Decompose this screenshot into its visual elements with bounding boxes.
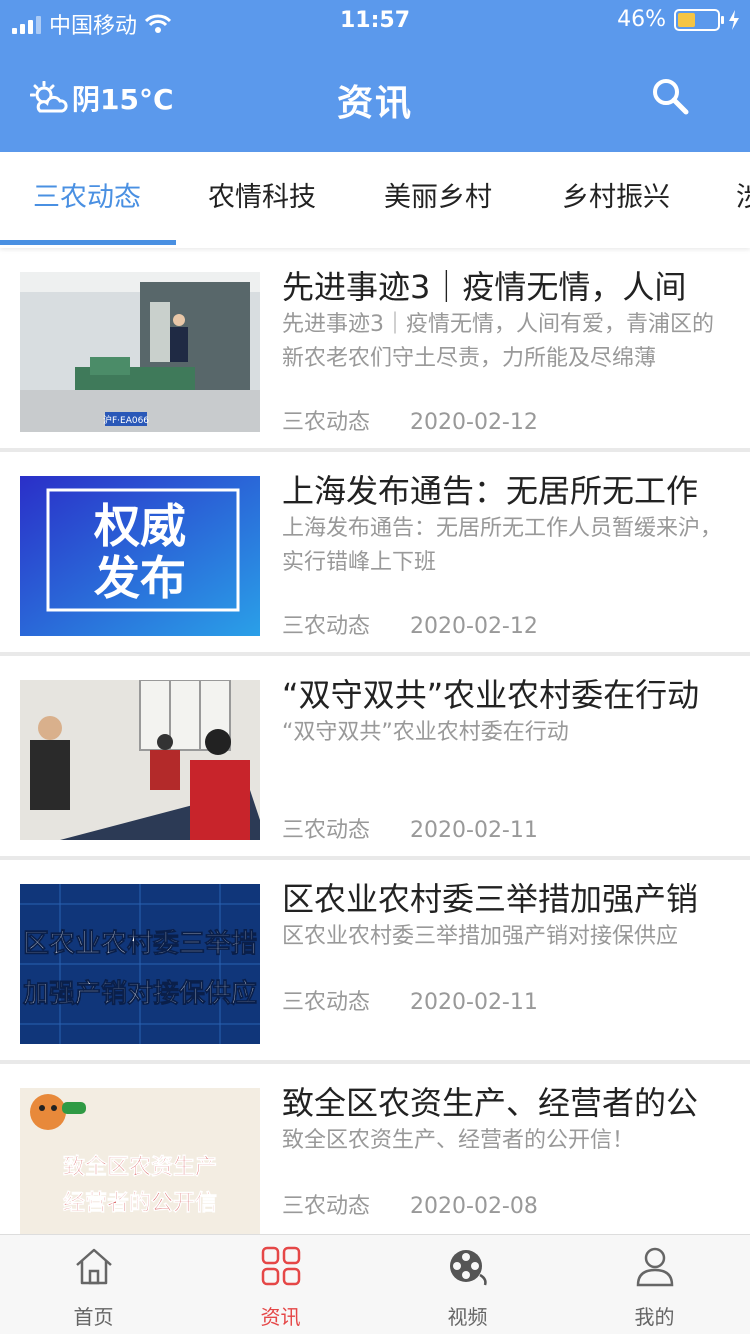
nav-profile[interactable]: 我的 (561, 1235, 748, 1335)
article-desc: 先进事迹3｜疫情无情，人间有爱，青浦区的新农老农们守土尽责，力所能及尽绵薄 (282, 312, 714, 371)
image-text-line2: 经营者的公开信 (63, 1190, 217, 1216)
article-title: 致全区农资生产、经营者的公 (282, 1084, 699, 1122)
article-meta: 三农动态 2020-02-11 (282, 984, 578, 1016)
article-list: 沪F·EA066 先进事迹3｜疫情无情，人间 先进事迹3｜疫情无情，人间有爱，青… (0, 252, 750, 1234)
nav-home[interactable]: 首页 (0, 1235, 187, 1335)
image-text-line2: 加强产销对接保供应 (23, 978, 257, 1009)
article-thumbnail: 权威 发布 (20, 476, 260, 636)
nav-label: 首页 (73, 1305, 114, 1329)
image-text-line1: 致全区农资生产 (63, 1154, 217, 1180)
article-desc: 上海发布通告：无居所无工作人员暂缓来沪，实行错峰上下班 (282, 516, 723, 575)
article-category: 三农动态 (282, 818, 371, 843)
nav-label: 资讯 (260, 1305, 301, 1329)
nav-label: 我的 (634, 1305, 675, 1329)
article-title: 上海发布通告：无居所无工作 (282, 472, 699, 510)
image-text-line1: 权威 (93, 499, 186, 553)
article-meta: 三农动态 2020-02-12 (282, 608, 578, 640)
article-date: 2020-02-12 (410, 410, 538, 435)
app-header: 阴15°C 资讯 (0, 40, 750, 152)
nav-label: 视频 (447, 1305, 488, 1329)
active-tab-indicator (0, 240, 176, 245)
article-category: 三农动态 (282, 614, 371, 639)
article-date: 2020-02-12 (410, 614, 538, 639)
list-item[interactable]: 区农业农村委三举措 加强产销对接保供应 区农业农村委三举措加强产销 区农业农村委… (0, 864, 750, 1064)
image-text-line1: 区农业农村委三举措 (23, 928, 257, 959)
plate-text: 沪F·EA066 (103, 414, 149, 426)
article-date: 2020-02-11 (410, 818, 538, 843)
article-thumbnail: 沪F·EA066 (20, 272, 260, 432)
article-title: 先进事迹3｜疫情无情，人间 (282, 268, 687, 306)
tab-partial[interactable]: 涉 (736, 152, 750, 248)
article-category: 三农动态 (282, 410, 371, 435)
page-title: 资讯 (336, 83, 413, 124)
category-tabs: 三农动态 农情科技 美丽乡村 乡村振兴 涉 (0, 152, 750, 248)
article-desc: 致全区农资生产、经营者的公开信！ (282, 1128, 635, 1153)
film-reel-icon (450, 1250, 487, 1286)
article-meta: 三农动态 2020-02-12 (282, 404, 578, 436)
battery-percent: 46% (617, 7, 666, 32)
article-title: 区农业农村委三举措加强产销 (282, 880, 699, 918)
article-category: 三农动态 (282, 990, 371, 1015)
status-right: 46% (617, 7, 740, 32)
grid-icon (261, 1246, 301, 1286)
user-icon (636, 1247, 674, 1287)
article-meta: 三农动态 2020-02-08 (282, 1188, 578, 1220)
home-icon (76, 1248, 112, 1285)
tab-xiangcun-zhenxing[interactable]: 乡村振兴 (562, 152, 670, 248)
nav-video[interactable]: 视频 (374, 1235, 561, 1335)
image-text-line2: 发布 (94, 551, 186, 605)
nav-news[interactable]: 资讯 (187, 1235, 374, 1335)
article-title: “双守双共”农业农村委在行动 (282, 676, 700, 714)
bottom-nav: 首页 资讯 视频 我的 (0, 1234, 750, 1334)
article-desc: 区农业农村委三举措加强产销对接保供应 (282, 924, 679, 949)
list-item[interactable]: “双守双共”农业农村委在行动 “双守双共”农业农村委在行动 三农动态 2020-0… (0, 660, 750, 860)
tab-nongqing-keji[interactable]: 农情科技 (208, 152, 316, 248)
article-thumbnail: 致全区农资生产 经营者的公开信 (20, 1088, 260, 1234)
article-thumbnail (20, 680, 260, 840)
article-desc: “双守双共”农业农村委在行动 (282, 720, 569, 745)
search-icon[interactable] (650, 76, 690, 116)
charging-icon (729, 9, 739, 30)
battery-icon (674, 8, 724, 31)
article-category: 三农动态 (282, 1194, 371, 1219)
article-meta: 三农动态 2020-02-11 (282, 812, 578, 844)
status-bar: 中国移动 11:57 46% (0, 0, 750, 40)
list-item[interactable]: 致全区农资生产 经营者的公开信 致全区农资生产、经营者的公 致全区农资生产、经营… (0, 1068, 750, 1234)
list-item[interactable]: 沪F·EA066 先进事迹3｜疫情无情，人间 先进事迹3｜疫情无情，人间有爱，青… (0, 252, 750, 452)
list-item[interactable]: 权威 发布 上海发布通告：无居所无工作 上海发布通告：无居所无工作人员暂缓来沪，… (0, 456, 750, 656)
tab-sannong-dongtai[interactable]: 三农动态 (33, 152, 141, 248)
article-thumbnail: 区农业农村委三举措 加强产销对接保供应 (20, 884, 260, 1044)
article-date: 2020-02-08 (410, 1194, 538, 1219)
article-date: 2020-02-11 (410, 990, 538, 1015)
tab-meili-xiangcun[interactable]: 美丽乡村 (384, 152, 492, 248)
